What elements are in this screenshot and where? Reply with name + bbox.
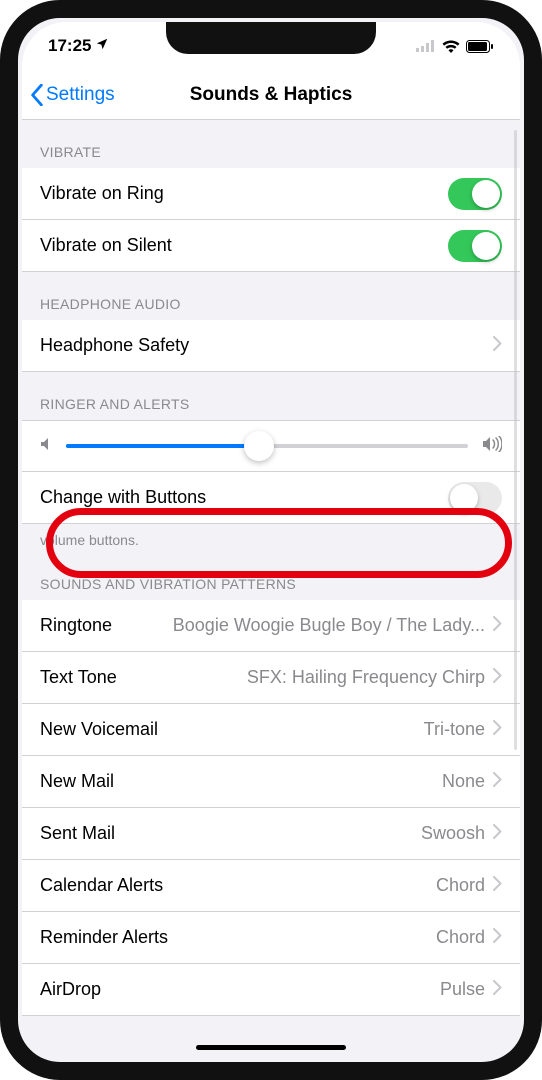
toggle-change-with-buttons[interactable] (448, 482, 502, 514)
row-value: Tri-tone (158, 719, 485, 740)
toggle-vibrate-silent[interactable] (448, 230, 502, 262)
section-header-headphone: HEADPHONE AUDIO (22, 272, 520, 320)
row-value: Chord (168, 927, 485, 948)
wifi-icon (442, 40, 460, 53)
back-label: Settings (46, 84, 115, 106)
row-label: Calendar Alerts (40, 875, 163, 896)
section-footer-ringer: volume buttons. (22, 524, 520, 552)
back-button[interactable]: Settings (30, 70, 115, 119)
row-label: Sent Mail (40, 823, 115, 844)
row-airdrop[interactable]: AirDrop Pulse (22, 964, 520, 1016)
chevron-right-icon (493, 823, 502, 844)
cellular-icon (416, 40, 436, 52)
row-label: Vibrate on Ring (40, 183, 164, 204)
volume-high-icon (482, 436, 502, 457)
row-reminder-alerts[interactable]: Reminder Alerts Chord (22, 912, 520, 964)
row-new-mail[interactable]: New Mail None (22, 756, 520, 808)
row-value: Swoosh (115, 823, 485, 844)
chevron-right-icon (493, 771, 502, 792)
row-label: AirDrop (40, 979, 101, 1000)
section-header-ringer: RINGER AND ALERTS (22, 372, 520, 420)
row-label: New Voicemail (40, 719, 158, 740)
row-vibrate-silent[interactable]: Vibrate on Silent (22, 220, 520, 272)
chevron-right-icon (493, 927, 502, 948)
row-label: Vibrate on Silent (40, 235, 172, 256)
row-headphone-safety[interactable]: Headphone Safety (22, 320, 520, 372)
settings-content: VIBRATE Vibrate on Ring Vibrate on Silen… (22, 120, 520, 1058)
row-value: SFX: Hailing Frequency Chirp (117, 667, 485, 688)
row-value: Chord (163, 875, 485, 896)
chevron-left-icon (30, 84, 44, 106)
row-ringtone[interactable]: Ringtone Boogie Woogie Bugle Boy / The L… (22, 600, 520, 652)
toggle-vibrate-ring[interactable] (448, 178, 502, 210)
battery-icon (466, 40, 494, 53)
row-change-with-buttons[interactable]: Change with Buttons (22, 472, 520, 524)
chevron-right-icon (493, 615, 502, 636)
ringer-volume-slider[interactable] (22, 420, 520, 472)
row-label: Ringtone (40, 615, 112, 636)
status-time: 17:25 (48, 36, 91, 56)
section-header-patterns: SOUNDS AND VIBRATION PATTERNS (22, 552, 520, 600)
row-text-tone[interactable]: Text Tone SFX: Hailing Frequency Chirp (22, 652, 520, 704)
chevron-right-icon (493, 667, 502, 688)
row-sent-mail[interactable]: Sent Mail Swoosh (22, 808, 520, 860)
chevron-right-icon (493, 335, 502, 356)
chevron-right-icon (493, 875, 502, 896)
row-new-voicemail[interactable]: New Voicemail Tri-tone (22, 704, 520, 756)
row-value: None (114, 771, 485, 792)
row-value: Pulse (101, 979, 485, 1000)
row-calendar-alerts[interactable]: Calendar Alerts Chord (22, 860, 520, 912)
row-value: Boogie Woogie Bugle Boy / The Lady... (122, 615, 485, 636)
location-icon (95, 36, 109, 56)
nav-bar: Settings Sounds & Haptics (22, 70, 520, 120)
row-label: New Mail (40, 771, 114, 792)
scroll-indicator (514, 130, 517, 750)
chevron-right-icon (493, 719, 502, 740)
page-title: Sounds & Haptics (190, 84, 353, 106)
row-label: Text Tone (40, 667, 117, 688)
home-indicator[interactable] (196, 1045, 346, 1050)
chevron-right-icon (493, 979, 502, 1000)
volume-low-icon (40, 437, 52, 456)
row-label: Change with Buttons (40, 487, 206, 508)
row-label: Reminder Alerts (40, 927, 168, 948)
section-header-vibrate: VIBRATE (22, 120, 520, 168)
row-vibrate-ring[interactable]: Vibrate on Ring (22, 168, 520, 220)
row-label: Headphone Safety (40, 335, 189, 356)
